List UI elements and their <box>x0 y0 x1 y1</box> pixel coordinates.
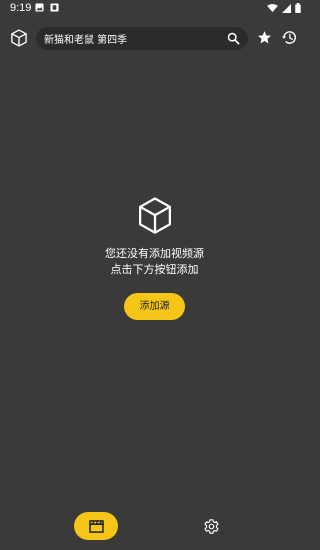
empty-message-line2: 点击下方按钮添加 <box>110 263 199 276</box>
app-notification-icon <box>50 3 59 12</box>
bottom-nav <box>0 505 309 550</box>
battery-icon <box>295 3 301 13</box>
search-input[interactable]: 新猫和老鼠 第四季 <box>36 27 248 50</box>
signal-icon <box>282 3 291 13</box>
clapperboard-icon <box>88 519 104 533</box>
search-icon[interactable] <box>227 32 240 45</box>
wifi-icon <box>267 3 278 12</box>
cube-outline-icon <box>138 197 171 234</box>
image-notification-icon <box>35 3 44 12</box>
status-bar: 9:19 <box>0 0 309 18</box>
gear-icon[interactable] <box>203 518 220 535</box>
empty-message-line1: 您还没有添加视频源 <box>105 247 204 260</box>
status-time: 9:19 <box>10 2 32 14</box>
cube-icon[interactable] <box>9 28 29 48</box>
nav-item-home[interactable] <box>74 512 118 540</box>
add-source-button[interactable]: 添加源 <box>124 293 185 320</box>
top-bar: 新猫和老鼠 第四季 <box>0 24 309 54</box>
empty-state: 您还没有添加视频源 点击下方按钮添加 <box>0 195 309 278</box>
history-icon[interactable] <box>281 29 298 46</box>
search-query: 新猫和老鼠 第四季 <box>44 35 128 46</box>
star-icon[interactable] <box>257 30 272 45</box>
